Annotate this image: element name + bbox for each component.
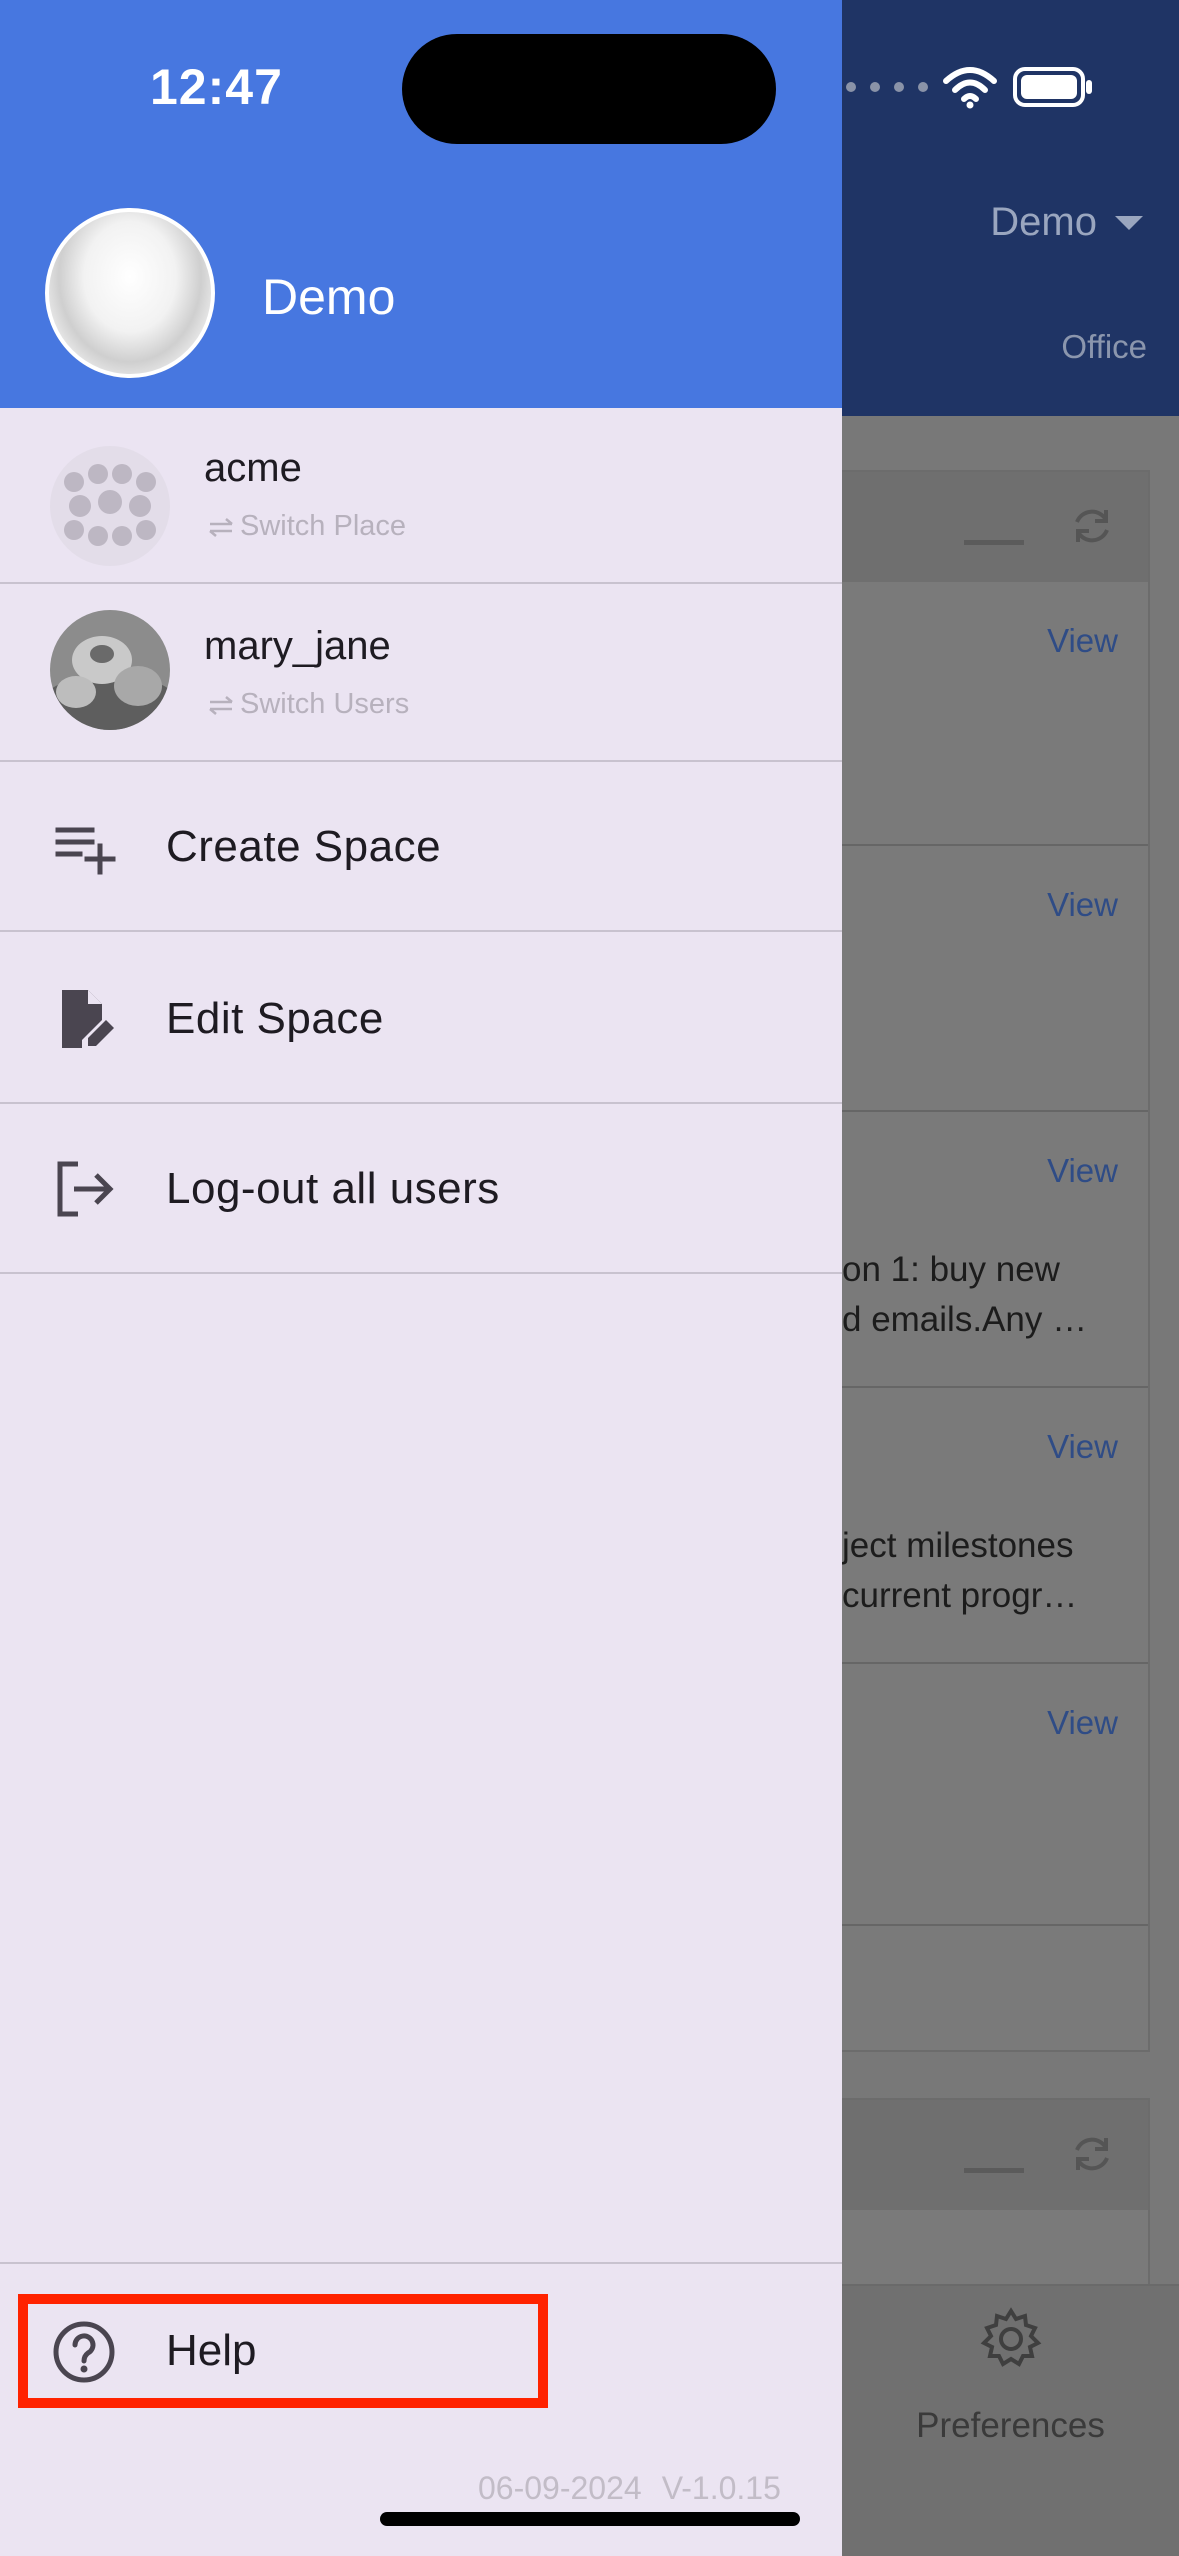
signal-dot-icon: [870, 82, 880, 92]
switch-users-link[interactable]: Switch Users: [206, 688, 409, 721]
menu-label: Create Space: [166, 822, 442, 871]
home-indicator[interactable]: [380, 2512, 800, 2526]
blurred-logo-icon: [50, 446, 170, 566]
drawer-header: 12:47 Demo: [0, 0, 842, 408]
view-link[interactable]: View: [1047, 622, 1118, 660]
menu-item-create-space[interactable]: Create Space: [0, 762, 842, 932]
tab-preferences[interactable]: Preferences: [842, 2284, 1179, 2556]
signal-dot-icon: [894, 82, 904, 92]
user-photo-icon: [50, 610, 170, 730]
place-avatar: [50, 446, 170, 566]
refresh-icon[interactable]: [1068, 2130, 1116, 2178]
bg-card-header: [842, 2100, 1148, 2210]
bg-list-item[interactable]: View: [842, 582, 1148, 846]
bg-snippet-line: current progr…: [842, 1576, 1078, 1615]
account-row-user[interactable]: mary_jane Switch Users: [0, 586, 842, 762]
status-time: 12:47: [150, 59, 283, 115]
account-name: mary_jane: [204, 624, 391, 668]
battery-icon: [1013, 67, 1092, 107]
bg-place-selector[interactable]: Demo: [990, 200, 1143, 245]
account-name: acme: [204, 446, 302, 490]
bg-snippet-line: ject milestones: [842, 1526, 1074, 1565]
logout-icon: [57, 1161, 114, 1217]
wifi-icon: [943, 67, 997, 109]
account-row-place[interactable]: acme Switch Place: [0, 408, 842, 584]
signal-dot-icon: [918, 82, 928, 92]
bg-snippet-line: on 1: buy new: [842, 1250, 1060, 1289]
swap-icon: [209, 695, 233, 715]
menu-item-logout-all[interactable]: Log-out all users: [0, 1104, 842, 1274]
minimize-icon[interactable]: [964, 2168, 1024, 2173]
bg-card-header: [842, 472, 1148, 582]
signal-dot-icon: [846, 82, 856, 92]
refresh-icon[interactable]: [1068, 502, 1116, 550]
switch-place-label: Switch Place: [240, 510, 407, 542]
view-link[interactable]: View: [1047, 1428, 1118, 1466]
bg-snippet-line: d emails.Any …: [842, 1300, 1088, 1339]
bg-card: [842, 2098, 1150, 2298]
view-link[interactable]: View: [1047, 1152, 1118, 1190]
status-indicators: [846, 62, 1094, 112]
caret-down-icon: [1115, 215, 1143, 230]
dynamic-island: [402, 34, 776, 144]
help-label[interactable]: Help: [166, 2326, 257, 2376]
profile-name: Demo: [262, 269, 396, 325]
switch-place-link[interactable]: Switch Place: [206, 510, 406, 543]
menu-label: Edit Space: [166, 994, 384, 1043]
bg-list-item[interactable]: View ject milestones current progr…: [842, 1388, 1148, 1664]
view-link[interactable]: View: [1047, 1704, 1118, 1742]
view-link[interactable]: View: [1047, 886, 1118, 924]
bg-list-item[interactable]: View: [842, 1664, 1148, 1926]
bg-list-item[interactable]: View on 1: buy new d emails.Any …: [842, 1112, 1148, 1388]
menu-item-edit-space[interactable]: Edit Space: [0, 934, 842, 1104]
playlist-add-icon: [55, 827, 116, 875]
user-avatar: [50, 610, 170, 730]
navigation-drawer: 12:47 Demo acme Switch Place mary_jane S…: [0, 0, 842, 2556]
divider: [0, 2262, 842, 2264]
tab-preferences-label: Preferences: [916, 2406, 1105, 2445]
build-date: 06-09-2024: [478, 2470, 642, 2506]
app-version: V-1.0.15: [661, 2470, 781, 2506]
bg-place-label: Demo: [990, 200, 1097, 244]
menu-label: Log-out all users: [166, 1164, 500, 1213]
bg-office-label: Office: [1061, 328, 1147, 365]
edit-document-icon: [62, 990, 114, 1048]
help-circle-icon[interactable]: [50, 2318, 118, 2386]
minimize-icon[interactable]: [964, 540, 1024, 545]
swap-icon: [209, 517, 233, 537]
bg-list-item[interactable]: View: [842, 846, 1148, 1112]
avatar[interactable]: [45, 208, 215, 378]
gear-icon: [980, 2307, 1042, 2367]
switch-users-label: Switch Users: [240, 688, 410, 720]
bg-card: View View View on 1: buy new d emails.An…: [842, 470, 1150, 2052]
version-info: 06-09-2024 V-1.0.15: [478, 2470, 801, 2507]
